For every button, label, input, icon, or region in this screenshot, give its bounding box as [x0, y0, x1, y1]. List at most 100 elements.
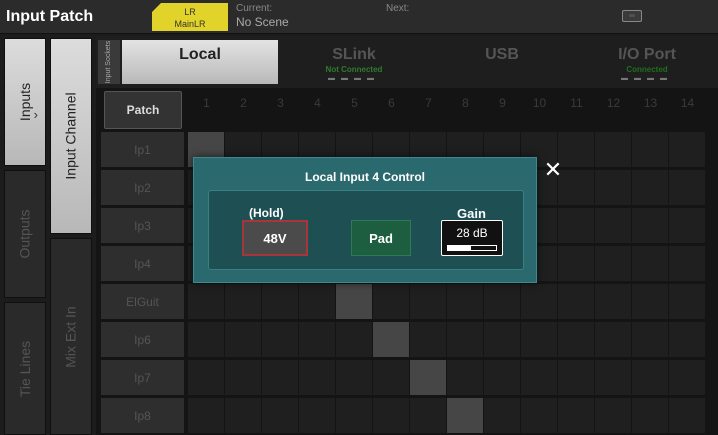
row-label[interactable]: Ip8 — [101, 398, 184, 433]
patch-cell[interactable] — [669, 246, 705, 281]
patch-cell[interactable] — [484, 360, 520, 395]
patch-cell[interactable] — [373, 284, 409, 319]
patch-cell[interactable] — [669, 208, 705, 243]
patch-cell[interactable] — [632, 208, 668, 243]
column-header: 2 — [240, 96, 247, 110]
row-label[interactable]: ElGuit — [101, 284, 184, 319]
link-icon[interactable]: ◦◦ — [622, 10, 642, 22]
patch-cell[interactable] — [521, 284, 557, 319]
patch-cell[interactable] — [595, 360, 631, 395]
patch-cell[interactable] — [558, 398, 594, 433]
patch-cell[interactable] — [484, 284, 520, 319]
patch-cell[interactable] — [484, 322, 520, 357]
row-label[interactable]: Ip7 — [101, 360, 184, 395]
patch-cell[interactable] — [262, 360, 298, 395]
patch-cell[interactable] — [669, 360, 705, 395]
row-label[interactable]: Ip2 — [101, 170, 184, 205]
column-header: 11 — [570, 96, 583, 110]
patch-cell[interactable] — [225, 398, 261, 433]
patch-cell[interactable] — [558, 284, 594, 319]
patch-cell[interactable] — [558, 208, 594, 243]
close-icon[interactable]: ✕ — [542, 159, 564, 181]
patch-cell[interactable] — [336, 322, 372, 357]
patch-cell-active[interactable] — [336, 284, 372, 319]
patch-cell[interactable] — [595, 322, 631, 357]
tab-mix-ext-in[interactable]: Mix Ext In — [50, 238, 92, 435]
patch-cell[interactable] — [299, 398, 335, 433]
patch-cell[interactable] — [521, 360, 557, 395]
patch-cell[interactable] — [410, 322, 446, 357]
patch-cell[interactable] — [595, 132, 631, 167]
tab-input-channel[interactable]: Input Channel — [50, 38, 92, 234]
patch-cell[interactable] — [595, 246, 631, 281]
patch-cell[interactable] — [632, 170, 668, 205]
pad-button[interactable]: Pad — [351, 220, 411, 256]
tab-io-port[interactable]: I/O Port Connected ▬▬▬▬ — [578, 40, 716, 84]
patch-cell[interactable] — [632, 322, 668, 357]
patch-cell[interactable] — [225, 284, 261, 319]
patch-cell[interactable] — [558, 246, 594, 281]
patch-cell[interactable] — [262, 322, 298, 357]
row-label[interactable]: Ip1 — [101, 132, 184, 167]
patch-cell[interactable] — [558, 360, 594, 395]
patch-button[interactable]: Patch — [104, 91, 182, 129]
tab-tie-lines[interactable]: Tie Lines — [4, 302, 46, 435]
tab-tie-lines-label: Tie Lines — [17, 340, 34, 397]
tab-slink[interactable]: SLink Not Connected ▬▬▬▬ — [282, 40, 426, 84]
patch-cell-active[interactable] — [410, 360, 446, 395]
patch-cell[interactable] — [521, 398, 557, 433]
tab-local[interactable]: Local — [122, 40, 278, 84]
patch-cell[interactable] — [336, 398, 372, 433]
tab-outputs[interactable]: Outputs — [4, 170, 46, 298]
patch-cell[interactable] — [262, 284, 298, 319]
patch-cell[interactable] — [410, 398, 446, 433]
row-label[interactable]: Ip4 — [101, 246, 184, 281]
patch-cell[interactable] — [225, 360, 261, 395]
patch-cell[interactable] — [188, 360, 224, 395]
patch-cell[interactable] — [188, 322, 224, 357]
patch-cell[interactable] — [669, 284, 705, 319]
patch-cell[interactable] — [410, 284, 446, 319]
patch-cell[interactable] — [595, 398, 631, 433]
patch-cell-active[interactable] — [447, 398, 483, 433]
patch-cell[interactable] — [299, 284, 335, 319]
row-label[interactable]: Ip3 — [101, 208, 184, 243]
patch-cell[interactable] — [632, 132, 668, 167]
mix-selector[interactable]: LR MainLR — [152, 3, 228, 31]
input-control-dialog: Local Input 4 Control (Hold) 48V Pad Gai… — [193, 157, 537, 283]
tab-inputs[interactable]: Inputs › — [4, 38, 46, 166]
patch-cell[interactable] — [632, 360, 668, 395]
patch-cell[interactable] — [447, 284, 483, 319]
patch-cell[interactable] — [669, 398, 705, 433]
tab-usb[interactable]: USB — [430, 40, 574, 84]
patch-cell[interactable] — [447, 322, 483, 357]
tab-outputs-label: Outputs — [17, 209, 33, 259]
patch-cell[interactable] — [669, 132, 705, 167]
patch-cell[interactable] — [447, 360, 483, 395]
column-header: 9 — [499, 96, 506, 110]
row-label[interactable]: Ip6 — [101, 322, 184, 357]
patch-cell[interactable] — [373, 398, 409, 433]
patch-cell[interactable] — [521, 322, 557, 357]
patch-cell[interactable] — [632, 246, 668, 281]
patch-cell[interactable] — [484, 398, 520, 433]
patch-cell[interactable] — [632, 398, 668, 433]
phantom-48v-button[interactable]: 48V — [242, 220, 308, 256]
patch-cell[interactable] — [669, 170, 705, 205]
patch-cell[interactable] — [188, 284, 224, 319]
patch-cell[interactable] — [632, 284, 668, 319]
patch-cell[interactable] — [558, 322, 594, 357]
patch-cell[interactable] — [299, 322, 335, 357]
patch-cell[interactable] — [595, 170, 631, 205]
patch-cell-active[interactable] — [373, 322, 409, 357]
patch-cell[interactable] — [336, 360, 372, 395]
gain-control[interactable]: 28 dB — [441, 220, 503, 256]
patch-cell[interactable] — [373, 360, 409, 395]
patch-cell[interactable] — [188, 398, 224, 433]
patch-cell[interactable] — [299, 360, 335, 395]
patch-cell[interactable] — [595, 208, 631, 243]
patch-cell[interactable] — [669, 322, 705, 357]
patch-cell[interactable] — [262, 398, 298, 433]
patch-cell[interactable] — [595, 284, 631, 319]
patch-cell[interactable] — [225, 322, 261, 357]
